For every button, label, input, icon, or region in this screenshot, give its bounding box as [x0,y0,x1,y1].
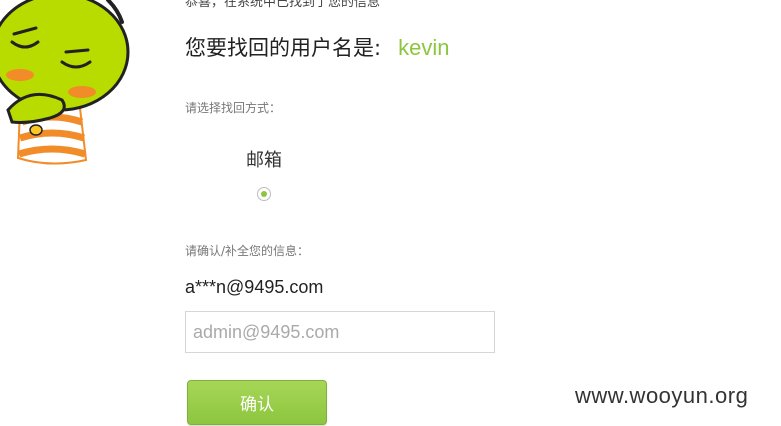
confirm-info-prompt: 请确认/补全您的信息： [185,244,310,258]
recovery-method-prompt: 请选择找回方式： [185,101,282,115]
mascot-illustration [0,0,130,165]
username-value: kevin [398,35,450,60]
confirm-button[interactable]: 确认 [187,380,327,425]
username-line: 您要找回的用户名是: kevin [185,32,450,62]
watermark: www.wooyun.org [575,383,749,408]
success-message: 恭喜，在系统中已找到了您的信息 [185,0,381,10]
email-input[interactable] [185,311,495,353]
recovery-option-email[interactable]: 邮箱 [237,146,291,201]
masked-email: a***n@9495.com [185,277,324,297]
recover-account-page: 恭喜，在系统中已找到了您的信息 您要找回的用户名是: kevin 请选择找回方式… [0,0,781,426]
recovery-option-email-label: 邮箱 [246,150,282,171]
email-radio-button[interactable] [257,187,271,201]
username-label: 您要找回的用户名是: [185,36,382,60]
